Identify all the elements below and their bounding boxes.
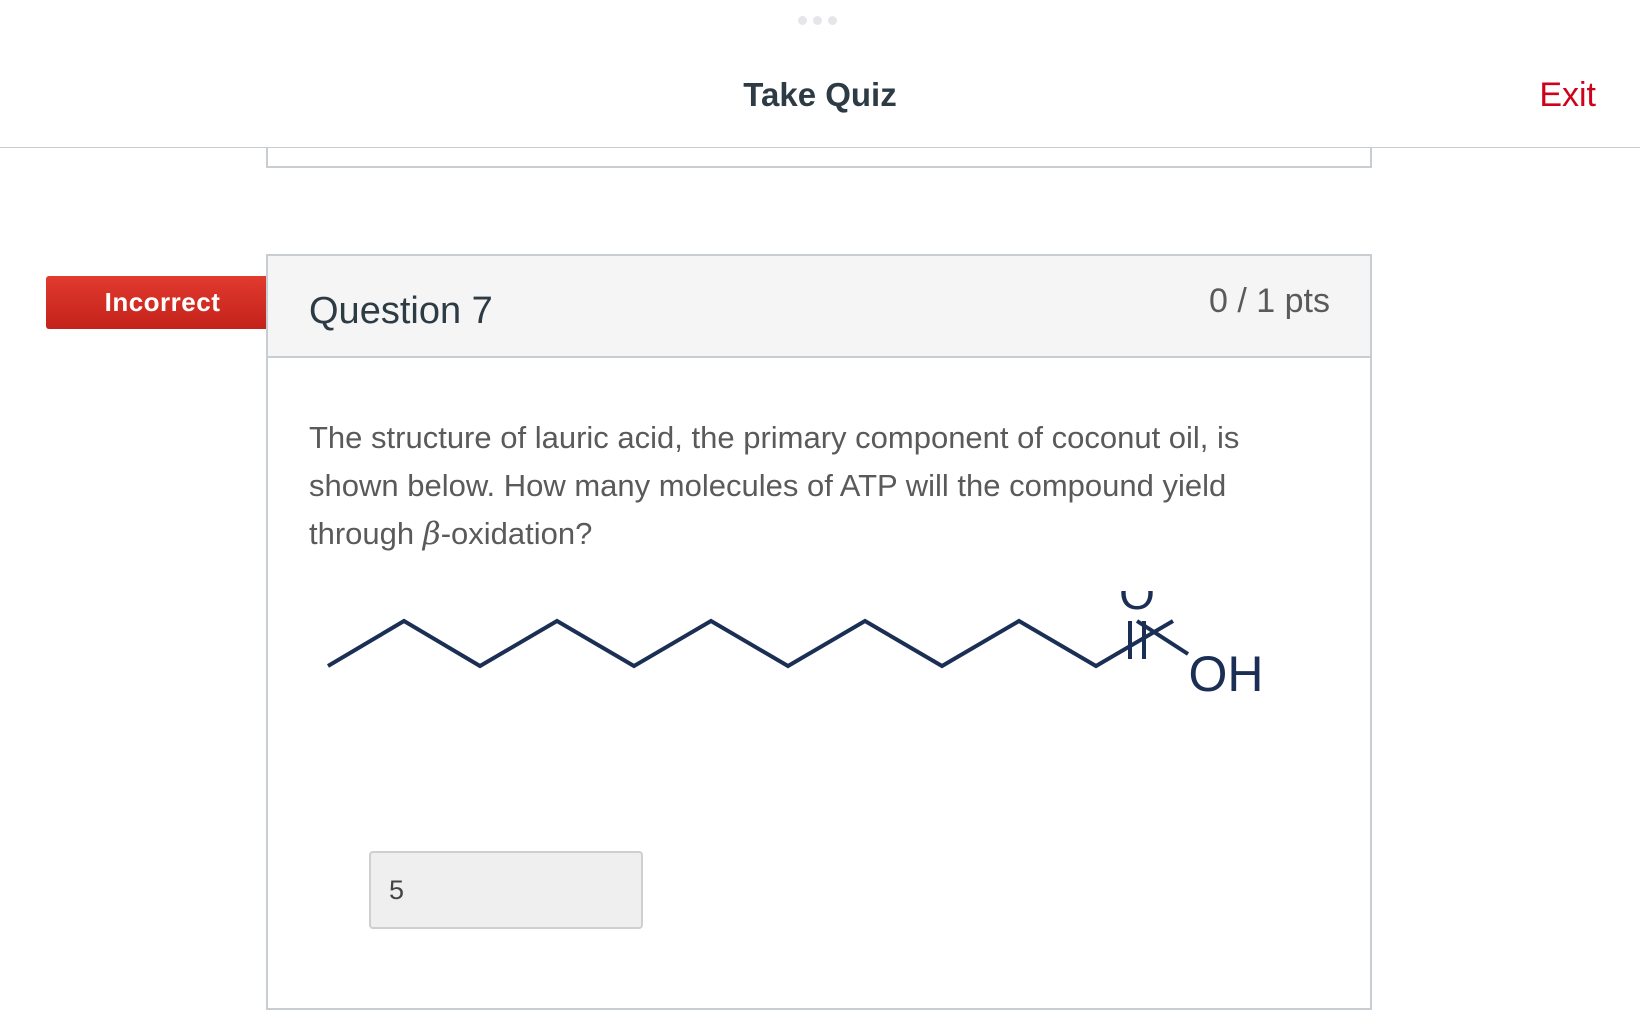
incorrect-label: Incorrect: [104, 287, 221, 317]
dot: [798, 16, 807, 25]
hydroxyl-label: OH: [1189, 646, 1264, 702]
beta-symbol: β: [422, 516, 441, 552]
lauric-acid-structure: O OH: [326, 591, 1264, 702]
question-text: The structure of lauric acid, the primar…: [309, 414, 1289, 558]
drag-handle-icon[interactable]: [798, 16, 837, 25]
answer-value: 5: [389, 875, 405, 905]
carbon-chain: [326, 618, 1175, 669]
carbonyl-oxygen-label: O: [1119, 591, 1155, 619]
exit-button[interactable]: Exit: [1539, 76, 1596, 115]
question-title: Question 7: [309, 290, 493, 332]
question-text-end: -oxidation?: [440, 516, 593, 551]
previous-question-card: [266, 148, 1372, 168]
question-card: Question 7 0 / 1 pts The structure of la…: [266, 254, 1372, 1010]
incorrect-badge: Incorrect: [46, 276, 297, 329]
answer-field[interactable]: 5: [369, 851, 643, 929]
question-header: Question 7 0 / 1 pts: [268, 256, 1370, 358]
question-points: 0 / 1 pts: [1209, 282, 1330, 320]
page-title: Take Quiz: [743, 76, 897, 113]
quiz-page: Take Quiz Exit Incorrect Question 7 0 / …: [0, 0, 1640, 1025]
dot: [813, 16, 822, 25]
dot: [828, 16, 837, 25]
